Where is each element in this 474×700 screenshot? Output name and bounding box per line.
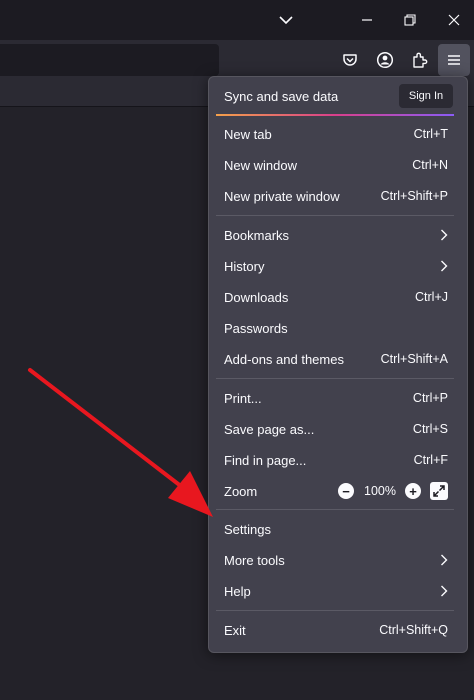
- menu-item-label: New tab: [224, 126, 272, 142]
- menu-separator: [216, 215, 454, 216]
- list-all-tabs-button[interactable]: [266, 0, 306, 40]
- accent-divider: [216, 114, 454, 116]
- title-bar: [0, 0, 474, 40]
- menu-item-help[interactable]: Help: [216, 576, 454, 606]
- menu-item-label: History: [224, 258, 265, 274]
- menu-item-addons-and-themes[interactable]: Add-ons and themes Ctrl+Shift+A: [216, 344, 454, 374]
- menu-item-shortcut: Ctrl+F: [413, 453, 448, 467]
- zoom-reset-button[interactable]: 100%: [364, 484, 396, 498]
- hamburger-menu-icon: [448, 55, 460, 65]
- menu-item-label: Bookmarks: [224, 227, 290, 243]
- app-menu-panel: Sync and save data Sign In New tab Ctrl+…: [208, 76, 468, 653]
- menu-item-passwords[interactable]: Passwords: [216, 313, 454, 343]
- menu-item-more-tools[interactable]: More tools: [216, 545, 454, 575]
- account-icon: [376, 51, 394, 69]
- minimize-button[interactable]: [347, 0, 387, 40]
- chevron-right-icon: [440, 554, 448, 566]
- menu-item-shortcut: Ctrl+J: [415, 290, 448, 304]
- menu-item-bookmarks[interactable]: Bookmarks: [216, 220, 454, 250]
- chevron-right-icon: [440, 229, 448, 241]
- extensions-icon: [413, 52, 428, 68]
- pocket-icon: [343, 54, 357, 66]
- menu-item-exit[interactable]: Exit Ctrl+Shift+Q: [216, 615, 454, 645]
- menu-item-label: Save page as...: [224, 421, 315, 437]
- sync-label[interactable]: Sync and save data: [224, 89, 338, 104]
- menu-item-label: Add-ons and themes: [224, 351, 344, 367]
- app-menu-button[interactable]: [438, 44, 470, 76]
- menu-item-shortcut: Ctrl+Shift+A: [380, 352, 448, 366]
- fullscreen-button[interactable]: [430, 482, 448, 500]
- menu-item-shortcut: Ctrl+N: [412, 158, 448, 172]
- menu-item-label: Find in page...: [224, 452, 307, 468]
- close-icon: [448, 14, 460, 26]
- menu-item-history[interactable]: History: [216, 251, 454, 281]
- zoom-controls: − 100% +: [338, 482, 448, 500]
- menu-item-shortcut: Ctrl+P: [412, 391, 448, 405]
- menu-item-find-in-page[interactable]: Find in page... Ctrl+F: [216, 445, 454, 475]
- close-button[interactable]: [434, 0, 474, 40]
- minimize-icon: [362, 19, 372, 21]
- menu-item-label: Print...: [224, 390, 262, 406]
- zoom-in-button[interactable]: +: [405, 483, 421, 499]
- menu-item-shortcut: Ctrl+T: [413, 127, 448, 141]
- menu-item-shortcut: Ctrl+S: [412, 422, 448, 436]
- menu-separator: [216, 378, 454, 379]
- chevron-right-icon: [440, 260, 448, 272]
- menu-separator: [216, 509, 454, 510]
- sync-header: Sync and save data Sign In: [209, 77, 467, 115]
- account-button[interactable]: [369, 44, 401, 76]
- navigation-toolbar: [0, 40, 474, 80]
- menu-item-new-private-window[interactable]: New private window Ctrl+Shift+P: [216, 181, 454, 211]
- menu-item-save-page-as[interactable]: Save page as... Ctrl+S: [216, 414, 454, 444]
- sign-in-button[interactable]: Sign In: [399, 84, 453, 108]
- pocket-button[interactable]: [334, 44, 366, 76]
- restore-icon: [404, 14, 416, 26]
- menu-item-print[interactable]: Print... Ctrl+P: [216, 383, 454, 413]
- chevron-right-icon: [440, 585, 448, 597]
- menu-item-label: New private window: [224, 188, 340, 204]
- fullscreen-icon: [433, 485, 445, 497]
- menu-item-label: Zoom: [224, 483, 258, 499]
- menu-item-settings[interactable]: Settings: [216, 514, 454, 544]
- restore-button[interactable]: [390, 0, 430, 40]
- url-bar[interactable]: [0, 44, 219, 76]
- menu-item-new-tab[interactable]: New tab Ctrl+T: [216, 119, 454, 149]
- menu-item-label: Downloads: [224, 289, 289, 305]
- menu-item-zoom: Zoom − 100% +: [216, 476, 454, 506]
- menu-item-label: Passwords: [224, 320, 288, 336]
- menu-item-label: Help: [224, 583, 251, 599]
- chevron-down-icon: [279, 16, 293, 25]
- extensions-button[interactable]: [404, 44, 436, 76]
- menu-item-shortcut: Ctrl+Shift+P: [380, 189, 448, 203]
- menu-item-label: Settings: [224, 521, 271, 537]
- menu-item-label: Exit: [224, 622, 246, 638]
- menu-item-downloads[interactable]: Downloads Ctrl+J: [216, 282, 454, 312]
- menu-separator: [216, 610, 454, 611]
- menu-item-shortcut: Ctrl+Shift+Q: [379, 623, 448, 637]
- menu-item-label: More tools: [224, 552, 285, 568]
- menu-item-new-window[interactable]: New window Ctrl+N: [216, 150, 454, 180]
- menu-item-label: New window: [224, 157, 297, 173]
- zoom-out-button[interactable]: −: [338, 483, 355, 499]
